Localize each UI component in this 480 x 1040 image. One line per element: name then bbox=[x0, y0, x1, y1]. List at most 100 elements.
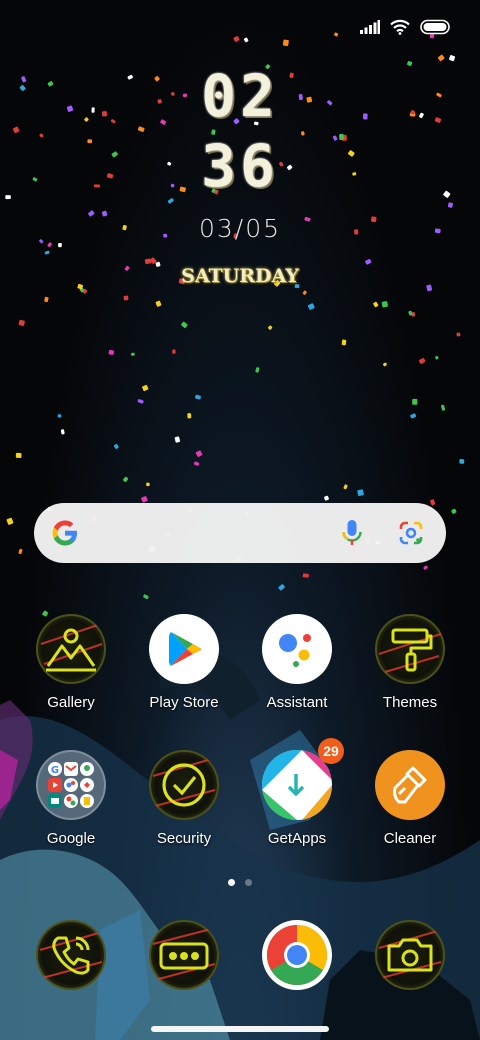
home-indicator[interactable] bbox=[151, 1026, 329, 1032]
confetti-piece bbox=[341, 339, 347, 346]
page-dot-active bbox=[228, 879, 235, 886]
confetti-piece bbox=[307, 303, 315, 310]
app-label: Themes bbox=[382, 694, 438, 711]
confetti-piece bbox=[412, 398, 418, 405]
confetti-piece bbox=[243, 37, 249, 43]
gallery-icon bbox=[36, 614, 106, 684]
app-getapps[interactable]: 29 GetApps bbox=[242, 738, 352, 847]
app-play-store[interactable]: Play Store bbox=[129, 614, 239, 711]
confetti-piece bbox=[447, 202, 453, 208]
app-themes[interactable]: Themes bbox=[355, 614, 465, 711]
confetti-piece bbox=[44, 250, 50, 255]
confetti-piece bbox=[456, 332, 461, 337]
confetti-piece bbox=[282, 39, 289, 47]
google-search-bar[interactable] bbox=[34, 503, 446, 563]
app-gallery[interactable]: Gallery bbox=[16, 614, 126, 711]
confetti-piece bbox=[181, 321, 188, 329]
confetti-piece bbox=[324, 495, 329, 501]
confetti-piece bbox=[302, 573, 309, 578]
app-label: Play Store bbox=[149, 694, 219, 711]
confetti-piece bbox=[381, 301, 388, 308]
play-store-icon bbox=[149, 614, 219, 684]
confetti-piece bbox=[123, 295, 129, 301]
google-lens-icon[interactable] bbox=[398, 520, 424, 546]
confetti-piece bbox=[18, 548, 23, 555]
confetti-piece bbox=[60, 429, 65, 435]
page-dot bbox=[245, 879, 252, 886]
confetti-piece bbox=[6, 517, 14, 525]
clock-hour[interactable]: 02 bbox=[0, 62, 480, 130]
confetti-piece bbox=[357, 489, 364, 497]
confetti-piece bbox=[155, 300, 162, 307]
clock-date[interactable]: 03/05 bbox=[0, 214, 480, 243]
confetti-piece bbox=[58, 242, 62, 248]
notification-badge: 29 bbox=[318, 738, 344, 764]
chrome-icon[interactable] bbox=[262, 920, 332, 990]
confetti-piece bbox=[113, 443, 119, 450]
confetti-piece bbox=[146, 482, 150, 487]
phone-icon[interactable] bbox=[36, 920, 106, 990]
confetti-piece bbox=[142, 384, 149, 392]
app-label: GetApps bbox=[267, 830, 327, 847]
confetti-piece bbox=[255, 367, 260, 373]
confetti-piece bbox=[187, 413, 192, 419]
confetti-piece bbox=[15, 452, 22, 458]
app-security[interactable]: Security bbox=[129, 750, 239, 847]
confetti-piece bbox=[233, 36, 240, 42]
wifi-icon bbox=[390, 19, 410, 35]
confetti-piece bbox=[451, 508, 457, 514]
themes-icon bbox=[375, 614, 445, 684]
confetti-piece bbox=[334, 32, 339, 37]
app-label: Google bbox=[46, 830, 96, 847]
confetti-piece bbox=[130, 352, 135, 356]
confetti-piece bbox=[410, 413, 417, 419]
camera-icon[interactable] bbox=[375, 920, 445, 990]
confetti-piece bbox=[193, 461, 200, 466]
confetti-piece bbox=[449, 55, 456, 62]
messages-icon[interactable] bbox=[149, 920, 219, 990]
confetti-piece bbox=[44, 296, 49, 303]
confetti-piece bbox=[430, 499, 436, 506]
app-label: Gallery bbox=[47, 694, 95, 711]
status-bar bbox=[360, 14, 452, 40]
folder-google[interactable]: G Google bbox=[16, 750, 126, 847]
cleaner-icon bbox=[375, 750, 445, 820]
confetti-piece bbox=[441, 404, 446, 411]
confetti-piece bbox=[144, 258, 152, 265]
clock-minute[interactable]: 36 bbox=[0, 132, 480, 200]
confetti-piece bbox=[268, 325, 273, 330]
confetti-piece bbox=[172, 349, 176, 354]
signal-icon bbox=[360, 20, 380, 34]
confetti-piece bbox=[137, 399, 144, 404]
confetti-piece bbox=[122, 476, 129, 483]
confetti-piece bbox=[437, 54, 445, 62]
svg-text:G: G bbox=[51, 765, 59, 776]
confetti-piece bbox=[423, 565, 428, 570]
mic-icon[interactable] bbox=[340, 519, 364, 547]
confetti-piece bbox=[459, 458, 465, 464]
confetti-piece bbox=[373, 301, 379, 308]
confetti-piece bbox=[195, 394, 201, 400]
app-cleaner[interactable]: Cleaner bbox=[355, 750, 465, 847]
confetti-piece bbox=[383, 362, 387, 367]
assistant-icon bbox=[262, 614, 332, 684]
google-folder-icon: G bbox=[36, 750, 106, 820]
confetti-piece bbox=[174, 436, 181, 443]
app-label: Security bbox=[156, 830, 212, 847]
confetti-piece bbox=[435, 355, 439, 360]
confetti-piece bbox=[141, 496, 148, 503]
battery-icon bbox=[420, 19, 450, 35]
confetti-piece bbox=[278, 584, 285, 591]
confetti-piece bbox=[108, 349, 114, 355]
page-indicator bbox=[0, 879, 480, 886]
app-label: Cleaner bbox=[383, 830, 437, 847]
confetti-piece bbox=[302, 290, 307, 295]
confetti-piece bbox=[57, 414, 62, 418]
confetti-piece bbox=[18, 319, 25, 326]
clock-day[interactable]: SATURDAY bbox=[0, 265, 480, 287]
confetti-piece bbox=[343, 484, 348, 490]
confetti-piece bbox=[143, 594, 149, 600]
app-assistant[interactable]: Assistant bbox=[242, 614, 352, 711]
getapps-icon: 29 bbox=[262, 738, 344, 820]
app-label: Assistant bbox=[266, 694, 328, 711]
